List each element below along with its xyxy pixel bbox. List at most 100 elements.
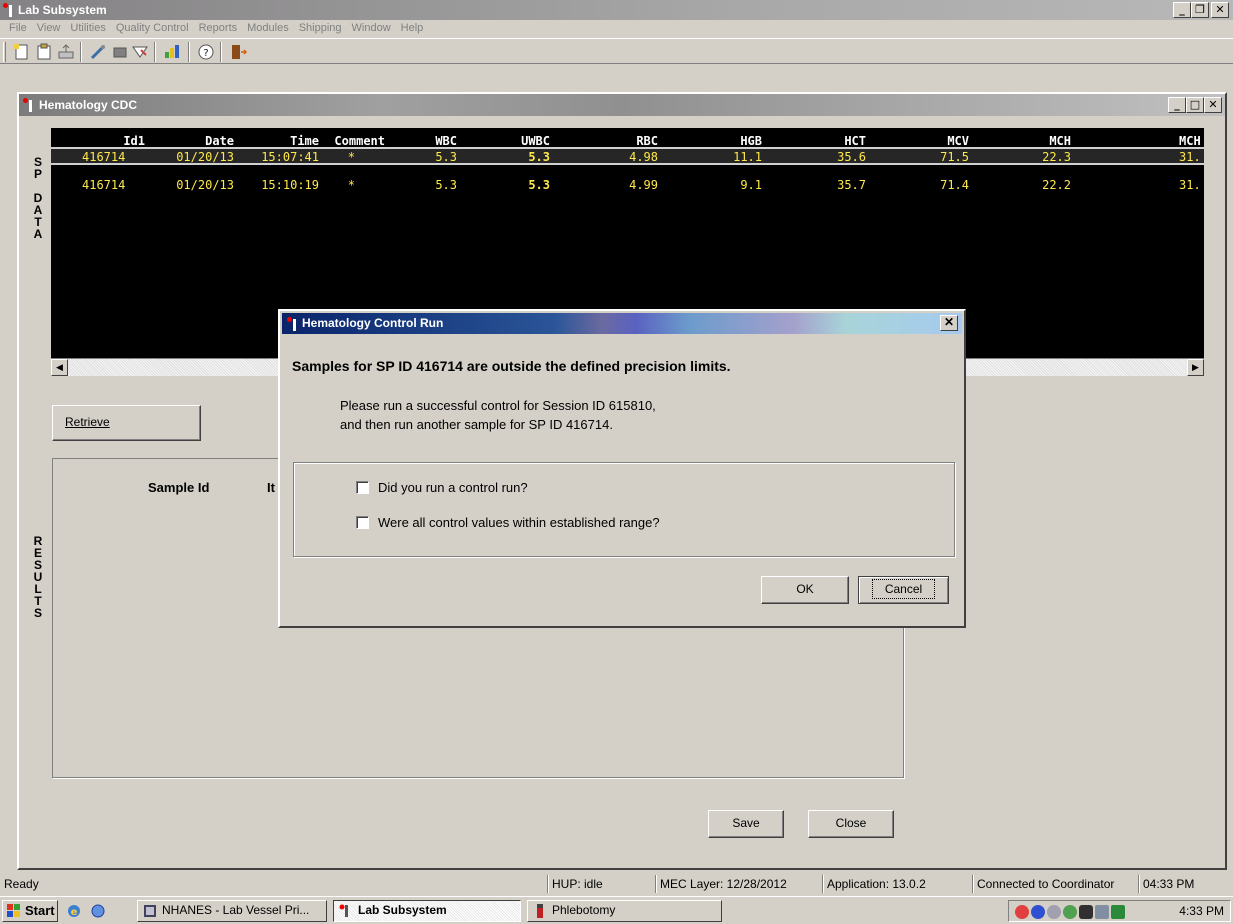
pipette-icon[interactable] [88, 42, 108, 62]
exit-door-icon[interactable] [228, 42, 248, 62]
clipboard-icon[interactable] [34, 42, 54, 62]
col-header-date[interactable]: Date [205, 134, 234, 148]
tray-icon-network[interactable] [1095, 905, 1109, 919]
save-button-label: Save [732, 816, 760, 830]
svg-text:?: ? [203, 48, 208, 59]
task-label: Lab Subsystem [358, 903, 447, 917]
save-button[interactable]: Save [708, 810, 784, 838]
task-phlebotomy[interactable]: Phlebotomy [527, 900, 722, 922]
cell-hgb: 9.1 [740, 178, 762, 192]
internet-explorer-icon[interactable]: e [66, 903, 82, 919]
cell-id1: 416714 [82, 150, 126, 164]
menu-quality-control[interactable]: Quality Control [111, 20, 194, 38]
browser-icon[interactable] [90, 903, 106, 919]
status-bar: Ready HUP: idle MEC Layer: 12/28/2012 Ap… [0, 874, 1233, 894]
dialog-instruction-line2: and then run another sample for SP ID 41… [340, 417, 613, 432]
status-hup: HUP: idle [547, 875, 607, 893]
table-row[interactable]: 416714 01/20/13 15:10:19 * 5.3 5.3 4.99 … [51, 176, 1204, 194]
cell-date: 01/20/13 [176, 178, 234, 192]
windows-flag-icon [7, 904, 20, 917]
menu-utilities[interactable]: Utilities [65, 20, 110, 38]
col-header-mchc[interactable]: MCH [1179, 134, 1201, 148]
cell-mch: 22.3 [1042, 150, 1071, 164]
cell-wbc: 5.3 [435, 150, 457, 164]
menu-file[interactable]: File [4, 20, 32, 38]
minimize-icon[interactable]: _ [1173, 2, 1191, 18]
tray-icon-red[interactable] [1015, 905, 1029, 919]
cancel-button[interactable]: Cancel [858, 576, 949, 604]
document-icon [144, 905, 156, 917]
results-col-it: It [267, 480, 275, 495]
new-document-icon[interactable] [12, 42, 32, 62]
help-icon[interactable]: ? [196, 42, 216, 62]
menu-view[interactable]: View [32, 20, 66, 38]
col-header-time[interactable]: Time [290, 134, 319, 148]
scroll-right-icon[interactable]: ▶ [1187, 359, 1204, 376]
sp-side-label: S P [33, 155, 42, 181]
task-lab-subsystem[interactable]: Lab Subsystem [333, 900, 521, 922]
start-button[interactable]: Start [2, 900, 58, 922]
tray-icon-blue[interactable] [1031, 905, 1045, 919]
toolbar-separator [188, 42, 190, 62]
scroll-left-icon[interactable]: ◀ [51, 359, 68, 376]
col-header-rbc[interactable]: RBC [636, 134, 658, 148]
edit-icon[interactable] [130, 42, 150, 62]
cancel-button-label: Cancel [871, 579, 936, 599]
tray-icon-app[interactable] [1111, 905, 1125, 919]
dialog-instruction-line1: Please run a successful control for Sess… [340, 398, 656, 413]
control-range-checkbox-box[interactable] [356, 516, 369, 529]
menu-window[interactable]: Window [347, 20, 396, 38]
col-header-wbc[interactable]: WBC [435, 134, 457, 148]
close-button[interactable]: Close [808, 810, 894, 838]
menu-modules[interactable]: Modules [242, 20, 294, 38]
chart-icon[interactable] [162, 42, 182, 62]
col-header-uwbc[interactable]: UWBC [521, 134, 550, 148]
col-header-mch[interactable]: MCH [1049, 134, 1071, 148]
ok-button[interactable]: OK [761, 576, 849, 604]
ok-button-label: OK [796, 582, 814, 596]
status-connection: Connected to Coordinator [972, 875, 1118, 893]
cell-uwbc: 5.3 [528, 150, 550, 164]
task-nhanes-lab-vessel[interactable]: NHANES - Lab Vessel Pri... [137, 900, 327, 922]
control-run-dialog: Hematology Control Run ✕ Samples for SP … [278, 309, 966, 628]
col-header-hgb[interactable]: HGB [740, 134, 762, 148]
col-header-mcv[interactable]: MCV [947, 134, 969, 148]
cell-mchc: 31. [1179, 150, 1201, 164]
close-icon[interactable]: ✕ [1204, 97, 1222, 113]
monitor-icon[interactable] [110, 42, 130, 62]
restore-icon[interactable]: ❐ [1191, 2, 1209, 18]
menu-reports[interactable]: Reports [194, 20, 243, 38]
col-header-hct[interactable]: HCT [844, 134, 866, 148]
menu-help[interactable]: Help [396, 20, 429, 38]
control-range-checkbox[interactable]: Were all control values within establish… [356, 515, 660, 530]
control-run-checkbox-box[interactable] [356, 481, 369, 494]
retrieve-button-label: Retrieve [65, 415, 110, 429]
dialog-message: Samples for SP ID 416714 are outside the… [292, 358, 731, 374]
dialog-close-icon[interactable]: ✕ [940, 315, 958, 331]
control-range-checkbox-label: Were all control values within establish… [378, 515, 660, 530]
export-icon[interactable] [56, 42, 76, 62]
minimize-icon[interactable]: _ [1168, 97, 1186, 113]
cell-time: 15:07:41 [261, 150, 319, 164]
menu-shipping[interactable]: Shipping [294, 20, 347, 38]
tray-icon-monitor[interactable] [1079, 905, 1093, 919]
status-time: 04:33 PM [1138, 875, 1198, 893]
dialog-icon [287, 317, 299, 331]
app-title-bar: Lab Subsystem _ ❐ ✕ [0, 0, 1233, 20]
cell-hgb: 11.1 [733, 150, 762, 164]
table-row[interactable]: 416714 01/20/13 15:07:41 * 5.3 5.3 4.98 … [51, 147, 1204, 165]
control-run-checkbox[interactable]: Did you run a control run? [356, 480, 528, 495]
tray-icon-green[interactable] [1063, 905, 1077, 919]
close-icon[interactable]: ✕ [1211, 2, 1229, 18]
retrieve-button[interactable]: Retrieve [52, 405, 201, 441]
maximize-icon[interactable]: □ [1186, 97, 1204, 113]
task-label: Phlebotomy [552, 903, 616, 917]
status-mec-layer: MEC Layer: 12/28/2012 [655, 875, 791, 893]
dialog-title: Hematology Control Run [302, 316, 444, 330]
cell-mchc: 31. [1179, 178, 1201, 192]
app-icon [3, 3, 15, 17]
col-header-id1[interactable]: Id1 [123, 134, 145, 148]
results-side-label: R E S U L T S [33, 534, 43, 620]
col-header-comment[interactable]: Comment [334, 134, 385, 148]
tray-icon-clock[interactable] [1047, 905, 1061, 919]
